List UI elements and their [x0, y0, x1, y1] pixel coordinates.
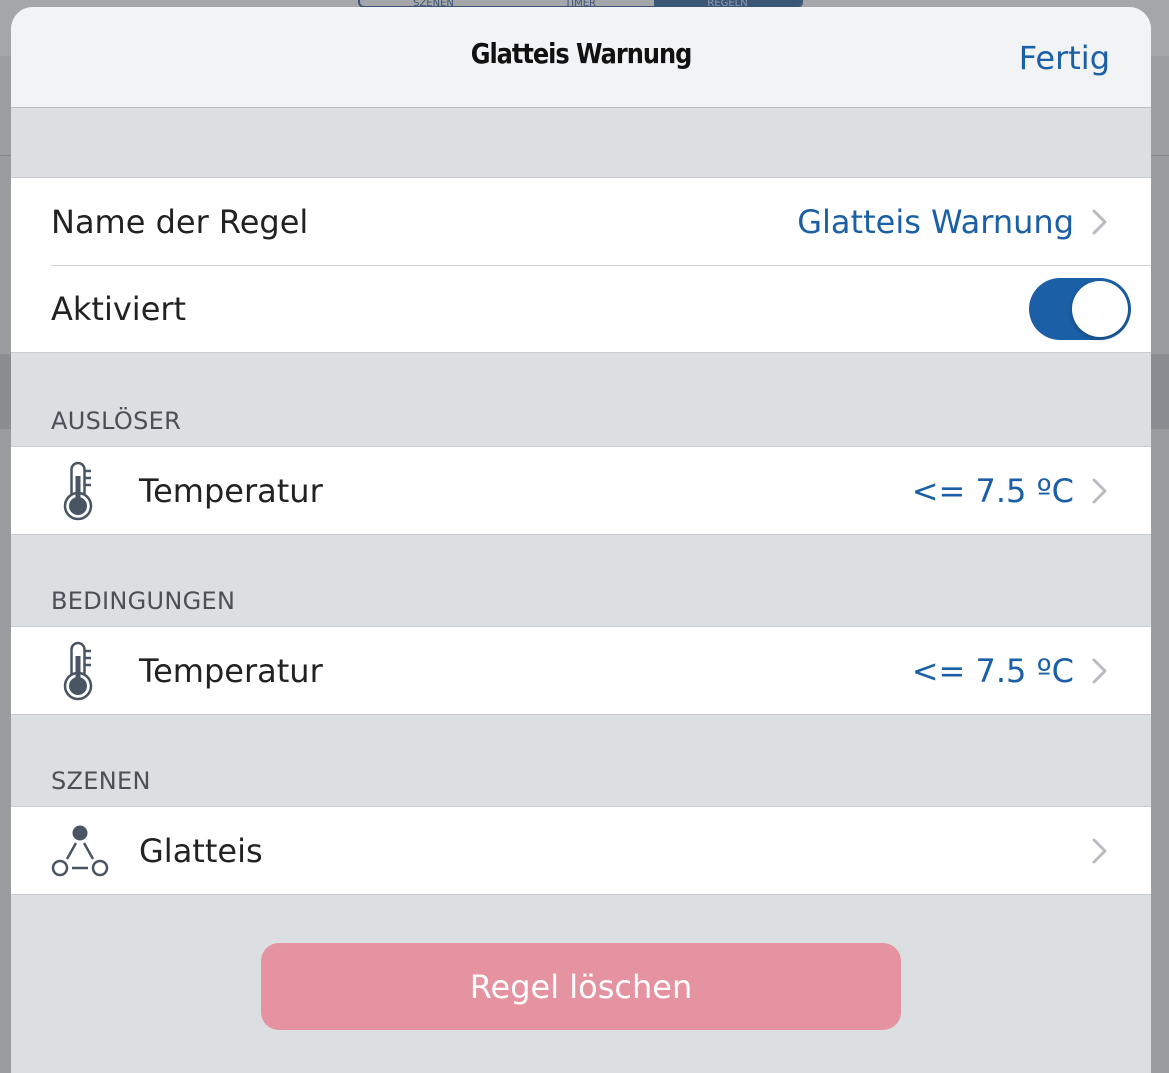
rule-active-toggle[interactable]: [1029, 277, 1131, 340]
scenes-group: Glatteis: [11, 806, 1151, 895]
chevron-right-icon: [1092, 838, 1107, 863]
triggers-group: Temperatur <= 7.5 ºC: [11, 446, 1151, 535]
chevron-right-icon: [1092, 658, 1107, 683]
trigger-value: <= 7.5 ºC: [911, 471, 1074, 510]
sheet-header: Glatteis Warnung Fertig: [11, 7, 1151, 108]
rule-active-label: Aktiviert: [51, 289, 187, 328]
toggle-knob: [1072, 280, 1128, 337]
background-segment-rules: REGELN: [654, 0, 801, 6]
scene-icon: [51, 825, 109, 876]
triggers-section-header: AUSLÖSER: [51, 407, 182, 435]
rule-editor-sheet: Glatteis Warnung Fertig Name der Regel G…: [11, 7, 1151, 1073]
done-button[interactable]: Fertig: [1019, 39, 1110, 77]
thermometer-icon: [63, 641, 93, 700]
background-segment-scenes: SZENEN: [413, 0, 454, 6]
scenes-section-header: SZENEN: [51, 767, 151, 795]
condition-value: <= 7.5 ºC: [911, 651, 1074, 690]
rule-name-row[interactable]: Name der Regel Glatteis Warnung: [11, 178, 1151, 265]
conditions-section-header: BEDINGUNGEN: [51, 587, 236, 615]
rule-active-row: Aktiviert: [11, 265, 1151, 352]
chevron-right-icon: [1092, 209, 1107, 234]
sheet-title: Glatteis Warnung: [470, 37, 693, 70]
thermometer-icon: [63, 461, 93, 520]
scene-glatteis-row[interactable]: Glatteis: [11, 807, 1151, 894]
rule-name-value: Glatteis Warnung: [797, 202, 1074, 241]
conditions-group: Temperatur <= 7.5 ºC: [11, 626, 1151, 715]
delete-rule-button[interactable]: Regel löschen: [261, 943, 901, 1030]
chevron-right-icon: [1092, 478, 1107, 503]
condition-temperature-row[interactable]: Temperatur <= 7.5 ºC: [11, 627, 1151, 714]
trigger-temperature-row[interactable]: Temperatur <= 7.5 ºC: [11, 447, 1151, 534]
background-segment-timer: TIMER: [565, 0, 596, 6]
trigger-label: Temperatur: [139, 471, 323, 510]
rule-name-label: Name der Regel: [51, 202, 309, 241]
condition-label: Temperatur: [139, 651, 323, 690]
scene-label: Glatteis: [139, 831, 263, 870]
rule-settings-group: Name der Regel Glatteis Warnung Aktivier…: [11, 177, 1151, 353]
